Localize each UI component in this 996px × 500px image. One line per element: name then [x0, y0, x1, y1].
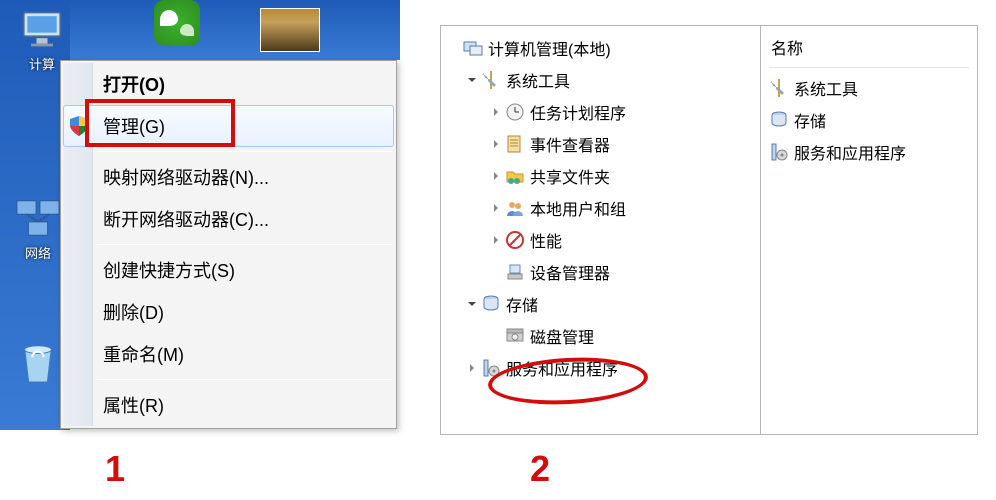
storage-icon [769, 110, 789, 130]
computer-icon [19, 6, 65, 52]
menu-item-manage[interactable]: 管理(G) [63, 105, 394, 147]
chevron-right-icon[interactable] [489, 105, 503, 119]
clock-icon [505, 102, 525, 122]
menu-label: 管理(G) [103, 117, 165, 137]
tree-node-local-users[interactable]: 本地用户和组 [445, 192, 756, 224]
tree-label: 计算机管理(本地) [488, 36, 611, 60]
wechat-icon [154, 0, 200, 46]
tree-node-performance[interactable]: 性能 [445, 224, 756, 256]
network-icon [15, 195, 61, 241]
tree-label: 本地用户和组 [530, 196, 626, 220]
wrench-icon [769, 78, 789, 98]
shared-folder-icon [505, 166, 525, 186]
menu-item-map-drive[interactable]: 映射网络驱动器(N)... [63, 156, 394, 198]
wrench-icon [481, 70, 501, 90]
chevron-right-icon[interactable] [465, 361, 479, 375]
event-icon [505, 134, 525, 154]
tree-label: 任务计划程序 [530, 100, 626, 124]
tree-label: 事件查看器 [530, 132, 610, 156]
menu-label: 属性(R) [103, 396, 164, 416]
device-icon [505, 262, 525, 282]
menu-label: 删除(D) [103, 303, 164, 323]
users-icon [505, 198, 525, 218]
menu-item-properties[interactable]: 属性(R) [63, 384, 394, 426]
tree-label: 性能 [530, 228, 562, 252]
no-icon [505, 230, 525, 250]
mmc-tree: 计算机管理(本地) 系统工具 任务计划程序 事件查看器 共享文件夹 本地用户和组 [440, 25, 760, 435]
chevron-right-icon[interactable] [489, 201, 503, 215]
tree-label: 磁盘管理 [530, 324, 594, 348]
tree-label: 服务和应用程序 [506, 356, 618, 380]
disk-icon [505, 326, 525, 346]
desktop-icon-wechat[interactable] [150, 0, 204, 48]
gear-column-icon [481, 358, 501, 378]
tree-node-device-manager[interactable]: 设备管理器 [445, 256, 756, 288]
desktop-label: 计算 [29, 57, 55, 72]
menu-label: 重命名(M) [103, 345, 184, 365]
menu-label: 映射网络驱动器(N)... [103, 168, 269, 188]
desktop-icon-recycle-bin[interactable] [11, 340, 65, 388]
tree-node-disk-management[interactable]: 磁盘管理 [445, 320, 756, 352]
recycle-icon [15, 340, 61, 386]
menu-separator [97, 151, 392, 152]
spacer [489, 265, 503, 279]
desktop-icon-network[interactable]: 网络 [11, 195, 65, 262]
chevron-down-icon[interactable] [465, 73, 479, 87]
chevron-right-icon[interactable] [489, 169, 503, 183]
storage-icon [481, 294, 501, 314]
panel-step-1: 计算 网络 打开(O) 管理(G) 映射网络驱动器(N)... 断 [0, 0, 400, 430]
chevron-right-icon[interactable] [489, 233, 503, 247]
panel-step-2: 计算机管理(本地) 系统工具 任务计划程序 事件查看器 共享文件夹 本地用户和组 [440, 25, 980, 435]
context-menu-computer: 打开(O) 管理(G) 映射网络驱动器(N)... 断开网络驱动器(C)... … [60, 60, 397, 429]
menu-separator [97, 379, 392, 380]
tree-node-storage[interactable]: 存储 [445, 288, 756, 320]
annotation-step-1: 1 [105, 448, 125, 490]
tree-label: 系统工具 [506, 68, 570, 92]
menu-item-open[interactable]: 打开(O) [63, 63, 394, 105]
menu-item-create-shortcut[interactable]: 创建快捷方式(S) [63, 249, 394, 291]
chevron-down-icon[interactable] [465, 297, 479, 311]
menu-item-disconnect-drive[interactable]: 断开网络驱动器(C)... [63, 198, 394, 240]
tree-node-services-apps[interactable]: 服务和应用程序 [445, 352, 756, 384]
list-item-storage[interactable]: 存储 [769, 104, 969, 136]
tree-node-system-tools[interactable]: 系统工具 [445, 64, 756, 96]
menu-item-delete[interactable]: 删除(D) [63, 291, 394, 333]
tree-label: 设备管理器 [530, 260, 610, 284]
annotation-step-2: 2 [530, 448, 550, 490]
list-item-system-tools[interactable]: 系统工具 [769, 72, 969, 104]
chevron-right-icon[interactable] [489, 137, 503, 151]
tree-node-shared-folders[interactable]: 共享文件夹 [445, 160, 756, 192]
gear-column-icon [769, 142, 789, 162]
tree-label: 共享文件夹 [530, 164, 610, 188]
menu-label: 打开(O) [103, 75, 165, 95]
list-column-header-name[interactable]: 名称 [769, 32, 969, 68]
menu-separator [97, 244, 392, 245]
menu-label: 创建快捷方式(S) [103, 261, 235, 281]
spacer [447, 41, 461, 55]
menu-label: 断开网络驱动器(C)... [103, 210, 269, 230]
menu-item-rename[interactable]: 重命名(M) [63, 333, 394, 375]
tree-label: 存储 [506, 292, 538, 316]
list-item-services-apps[interactable]: 服务和应用程序 [769, 136, 969, 168]
mmc-list: 名称 系统工具 存储 服务和应用程序 [760, 25, 978, 435]
desktop-label: 网络 [25, 246, 51, 261]
desktop-icon-image[interactable] [260, 8, 320, 52]
tree-node-event-viewer[interactable]: 事件查看器 [445, 128, 756, 160]
list-label: 存储 [794, 108, 826, 132]
tree-node-root[interactable]: 计算机管理(本地) [445, 32, 756, 64]
list-label: 服务和应用程序 [794, 140, 906, 164]
tree-node-task-scheduler[interactable]: 任务计划程序 [445, 96, 756, 128]
shield-icon [68, 115, 90, 137]
mmc-root-icon [463, 38, 483, 58]
spacer [489, 329, 503, 343]
list-label: 系统工具 [794, 76, 858, 100]
